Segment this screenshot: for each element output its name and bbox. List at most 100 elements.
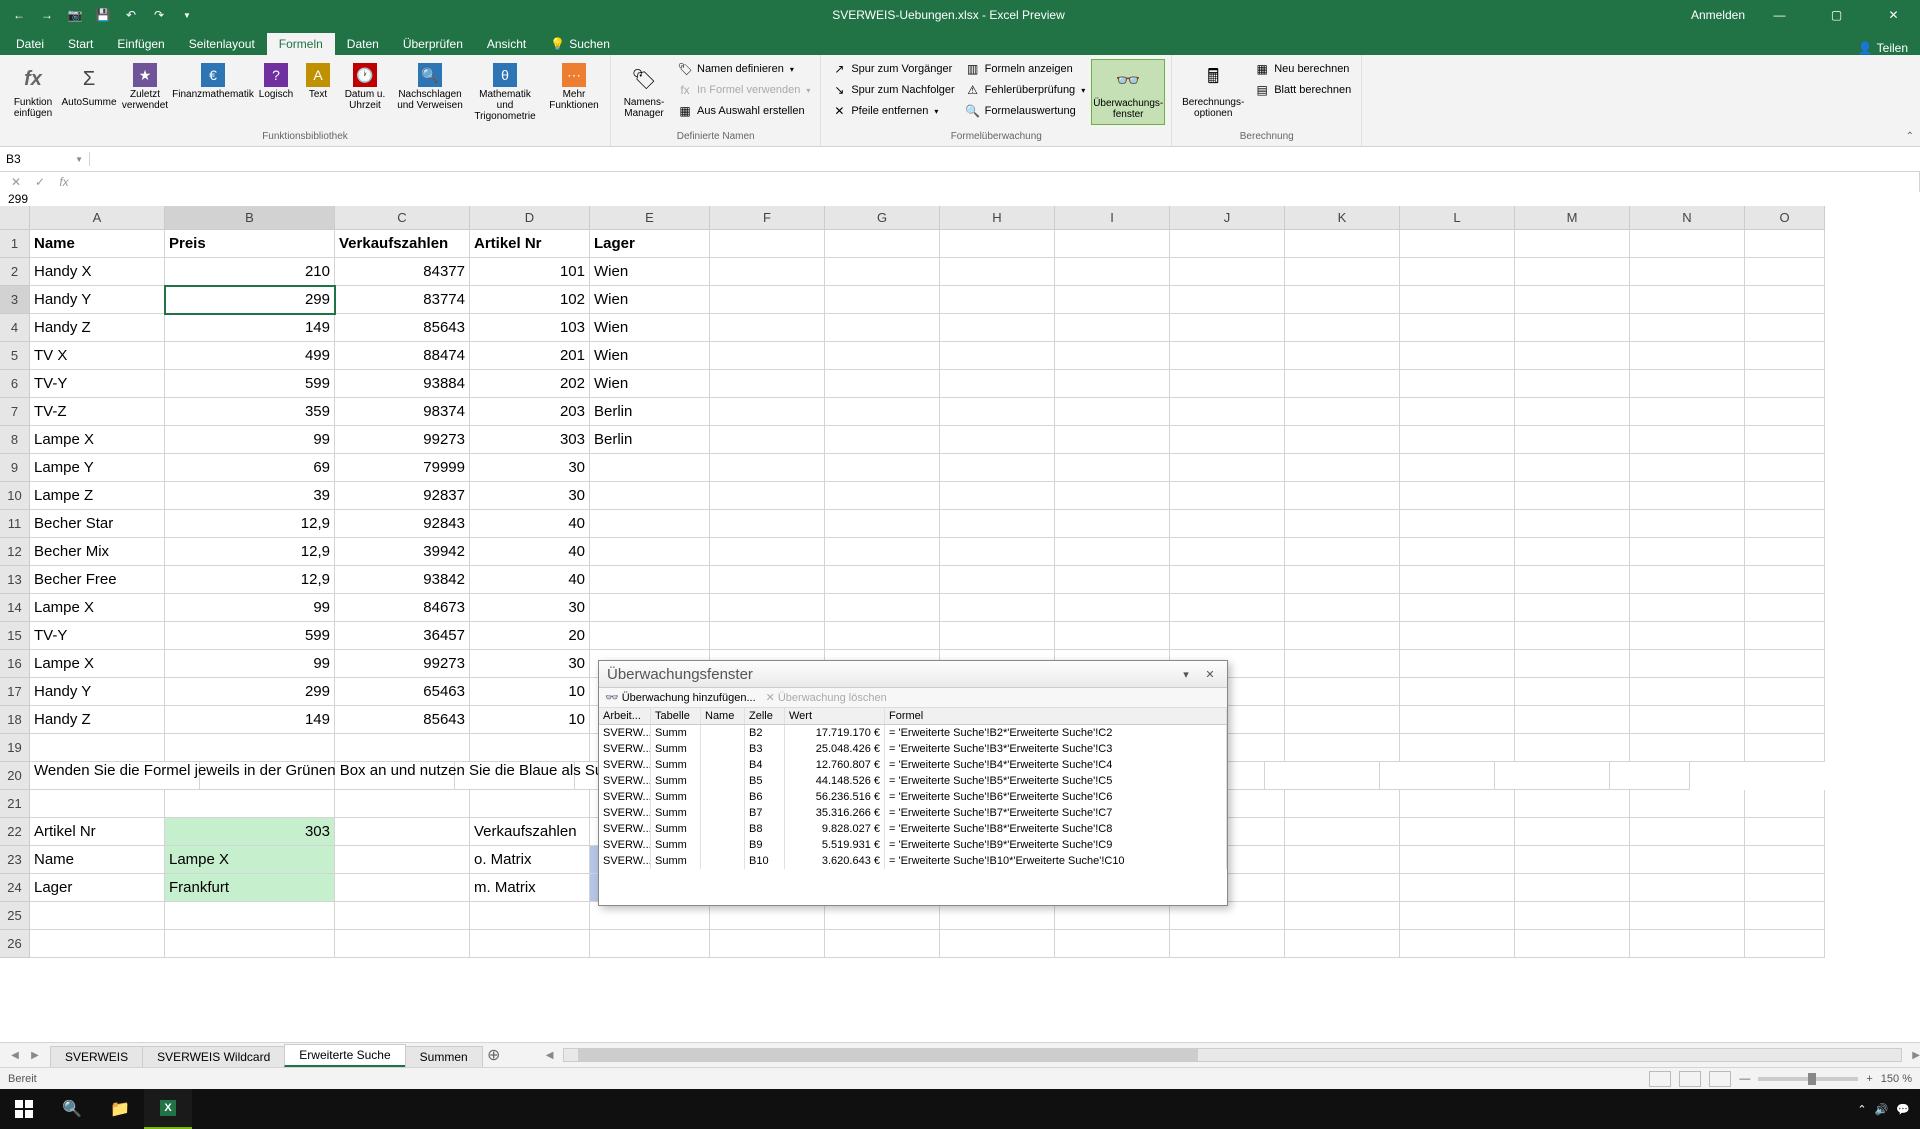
menu-tab-seitenlayout[interactable]: Seitenlayout bbox=[177, 33, 267, 55]
cell-C5[interactable]: 88474 bbox=[335, 342, 470, 370]
cell-O17[interactable] bbox=[1745, 678, 1825, 706]
cell-H1[interactable] bbox=[940, 230, 1055, 258]
cell-O26[interactable] bbox=[1745, 930, 1825, 958]
cell-F25[interactable] bbox=[710, 902, 825, 930]
cell-B15[interactable]: 599 bbox=[165, 622, 335, 650]
watch-row[interactable]: SVERW...SummB89.828.027 €= 'Erweiterte S… bbox=[599, 821, 1227, 837]
cell-M23[interactable] bbox=[1515, 846, 1630, 874]
cell-E2[interactable]: Wien bbox=[590, 258, 710, 286]
explorer-task-button[interactable]: 📁 bbox=[96, 1089, 144, 1129]
cell-H25[interactable] bbox=[940, 902, 1055, 930]
cell-C19[interactable] bbox=[335, 734, 470, 762]
cell-G1[interactable] bbox=[825, 230, 940, 258]
cell-L19[interactable] bbox=[1400, 734, 1515, 762]
cell-C26[interactable] bbox=[335, 930, 470, 958]
cell-N19[interactable] bbox=[1630, 734, 1745, 762]
qat-customize-icon[interactable]: ▼ bbox=[176, 4, 198, 26]
row-header-16[interactable]: 16 bbox=[0, 650, 30, 678]
cell-M26[interactable] bbox=[1515, 930, 1630, 958]
datetime-button[interactable]: 🕐 Datum u. Uhrzeit bbox=[338, 59, 392, 115]
cell-J2[interactable] bbox=[1170, 258, 1285, 286]
cell-I4[interactable] bbox=[1055, 314, 1170, 342]
cell-G14[interactable] bbox=[825, 594, 940, 622]
row-header-6[interactable]: 6 bbox=[0, 370, 30, 398]
cell-K12[interactable] bbox=[1285, 538, 1400, 566]
cell-K5[interactable] bbox=[1285, 342, 1400, 370]
cell-M11[interactable] bbox=[1515, 510, 1630, 538]
cell-H14[interactable] bbox=[940, 594, 1055, 622]
cell-J25[interactable] bbox=[1170, 902, 1285, 930]
menu-tab-ansicht[interactable]: Ansicht bbox=[475, 33, 538, 55]
cell-O22[interactable] bbox=[1745, 818, 1825, 846]
cell-G11[interactable] bbox=[825, 510, 940, 538]
cell-C10[interactable]: 92837 bbox=[335, 482, 470, 510]
cell-M15[interactable] bbox=[1515, 622, 1630, 650]
cell-I15[interactable] bbox=[1055, 622, 1170, 650]
cell-D8[interactable]: 303 bbox=[470, 426, 590, 454]
menu-tab-überprüfen[interactable]: Überprüfen bbox=[391, 33, 475, 55]
cell-B16[interactable]: 99 bbox=[165, 650, 335, 678]
cell-F14[interactable] bbox=[710, 594, 825, 622]
cell-A8[interactable]: Lampe X bbox=[30, 426, 165, 454]
cell-K4[interactable] bbox=[1285, 314, 1400, 342]
cell-O12[interactable] bbox=[1745, 538, 1825, 566]
cell-H12[interactable] bbox=[940, 538, 1055, 566]
cell-L3[interactable] bbox=[1400, 286, 1515, 314]
cell-E10[interactable] bbox=[590, 482, 710, 510]
cell-F26[interactable] bbox=[710, 930, 825, 958]
col-header-O[interactable]: O bbox=[1745, 206, 1825, 230]
cell-I10[interactable] bbox=[1055, 482, 1170, 510]
cell-B21[interactable] bbox=[165, 790, 335, 818]
cell-B23[interactable]: Lampe X bbox=[165, 846, 335, 874]
cell-O8[interactable] bbox=[1745, 426, 1825, 454]
select-all-corner[interactable] bbox=[0, 206, 30, 230]
cell-D2[interactable]: 101 bbox=[470, 258, 590, 286]
cell-E9[interactable] bbox=[590, 454, 710, 482]
cell-J10[interactable] bbox=[1170, 482, 1285, 510]
cell-F9[interactable] bbox=[710, 454, 825, 482]
cell-J13[interactable] bbox=[1170, 566, 1285, 594]
cell-O7[interactable] bbox=[1745, 398, 1825, 426]
cell-E4[interactable]: Wien bbox=[590, 314, 710, 342]
cell-A15[interactable]: TV-Y bbox=[30, 622, 165, 650]
cell-H8[interactable] bbox=[940, 426, 1055, 454]
cell-K25[interactable] bbox=[1285, 902, 1400, 930]
use-in-formula-button[interactable]: fxIn Formel verwenden▾ bbox=[673, 80, 814, 100]
cell-F10[interactable] bbox=[710, 482, 825, 510]
cell-L9[interactable] bbox=[1400, 454, 1515, 482]
cell-D10[interactable]: 30 bbox=[470, 482, 590, 510]
row-header-10[interactable]: 10 bbox=[0, 482, 30, 510]
col-header-D[interactable]: D bbox=[470, 206, 590, 230]
evaluate-formula-button[interactable]: 🔍Formelauswertung bbox=[961, 101, 1090, 121]
col-header-M[interactable]: M bbox=[1515, 206, 1630, 230]
cell-B26[interactable] bbox=[165, 930, 335, 958]
col-header-J[interactable]: J bbox=[1170, 206, 1285, 230]
cell-O10[interactable] bbox=[1745, 482, 1825, 510]
cell-E7[interactable]: Berlin bbox=[590, 398, 710, 426]
cell-D3[interactable]: 102 bbox=[470, 286, 590, 314]
cell-O15[interactable] bbox=[1745, 622, 1825, 650]
share-button[interactable]: 👤 Teilen bbox=[1858, 41, 1908, 55]
cell-N2[interactable] bbox=[1630, 258, 1745, 286]
cell-O20[interactable] bbox=[1610, 762, 1690, 790]
cell-B7[interactable]: 359 bbox=[165, 398, 335, 426]
cell-E15[interactable] bbox=[590, 622, 710, 650]
trace-dependents-button[interactable]: ↘Spur zum Nachfolger bbox=[827, 80, 958, 100]
cell-J3[interactable] bbox=[1170, 286, 1285, 314]
cell-C22[interactable] bbox=[335, 818, 470, 846]
logical-button[interactable]: ? Logisch bbox=[254, 59, 298, 104]
col-header-L[interactable]: L bbox=[1400, 206, 1515, 230]
cell-N9[interactable] bbox=[1630, 454, 1745, 482]
cell-B13[interactable]: 12,9 bbox=[165, 566, 335, 594]
row-header-8[interactable]: 8 bbox=[0, 426, 30, 454]
watch-row[interactable]: SVERW...SummB544.148.526 €= 'Erweiterte … bbox=[599, 773, 1227, 789]
cell-M6[interactable] bbox=[1515, 370, 1630, 398]
add-watch-button[interactable]: 👓Überwachung hinzufügen... bbox=[605, 691, 756, 704]
normal-view-button[interactable] bbox=[1649, 1071, 1671, 1087]
cell-F15[interactable] bbox=[710, 622, 825, 650]
cell-J14[interactable] bbox=[1170, 594, 1285, 622]
row-header-4[interactable]: 4 bbox=[0, 314, 30, 342]
watch-row[interactable]: SVERW...SummB95.519.931 €= 'Erweiterte S… bbox=[599, 837, 1227, 853]
cell-M25[interactable] bbox=[1515, 902, 1630, 930]
row-header-24[interactable]: 24 bbox=[0, 874, 30, 902]
